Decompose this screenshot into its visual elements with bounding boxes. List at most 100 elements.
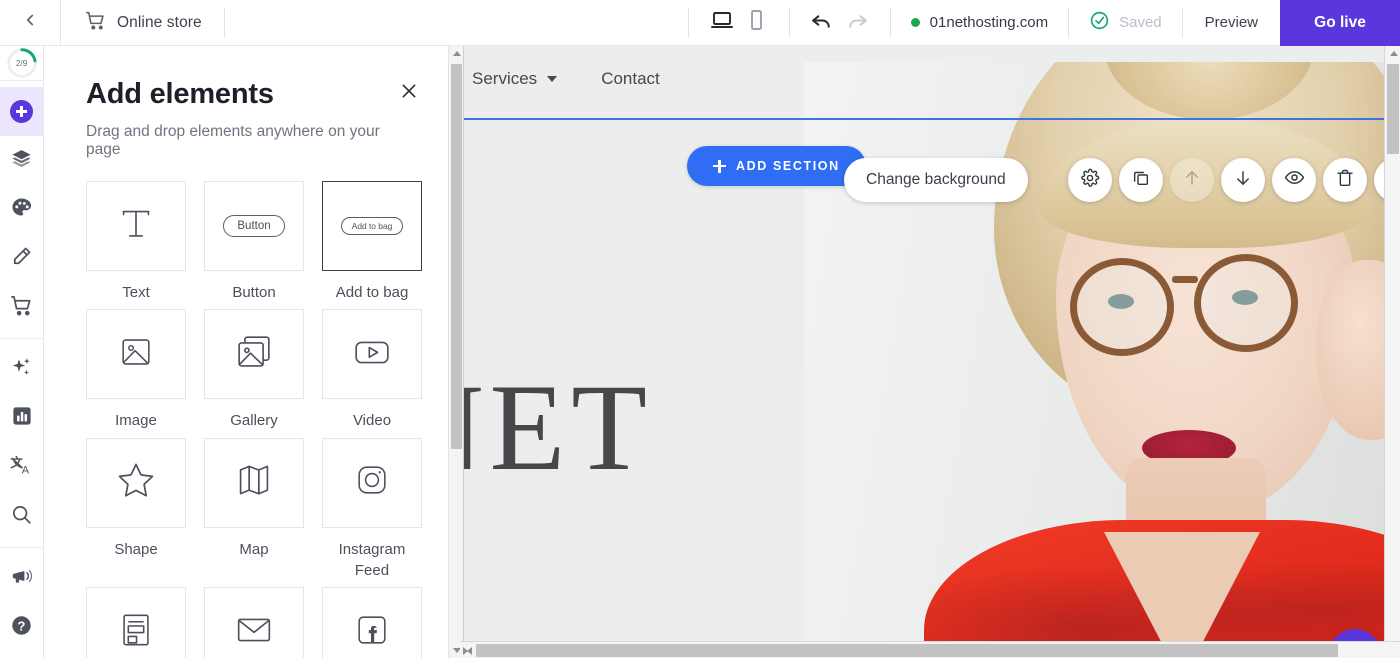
sidebar-item-seo-search[interactable] [0,492,44,541]
desktop-view-button[interactable] [705,0,739,45]
element-card-preview [204,587,304,658]
map-fold-icon [231,457,277,508]
canvas-horizontal-scrollbar-thumb[interactable] [476,644,1338,657]
panel-title: Add elements [86,78,418,111]
sidebar-item-theme[interactable] [0,185,44,234]
canvas-horizontal-scrollbar[interactable] [460,641,1400,658]
device-preview-group [689,0,789,45]
element-card-label: Add to bag [322,282,422,303]
element-card-preview [322,438,422,528]
button-pill-icon: Button [223,215,284,237]
sidebar-item-translate[interactable]: 文A [0,443,44,492]
save-status: Saved [1069,10,1182,35]
megaphone-icon [10,565,33,593]
add-section-button[interactable]: ADD SECTION [687,146,866,186]
arrow-up-icon [1182,168,1202,193]
element-card-add-to-bag[interactable]: Add to bag Add to bag [322,181,422,303]
shopping-cart-icon [85,10,106,36]
mobile-view-button[interactable] [739,0,773,45]
element-card-label: Gallery [204,410,304,431]
shopping-cart-icon [10,294,33,322]
element-card-gallery[interactable]: Gallery [204,309,304,431]
element-card-contact-form[interactable] [204,587,304,658]
envelope-mail-icon [231,607,277,658]
article-layout-icon [114,608,158,657]
sidebar-item-design[interactable] [0,234,44,283]
element-card-facebook[interactable] [322,587,422,658]
panel-header: Add elements Drag and drop elements anyw… [44,46,448,159]
sidebar-item-effects[interactable] [0,345,44,394]
element-card-preview: Button [204,181,304,271]
canvas-vertical-scrollbar[interactable] [1384,46,1400,658]
delete-section-button[interactable] [1323,158,1367,202]
undo-arrow-icon [810,8,835,38]
close-x-icon [399,81,419,106]
trash-icon [1335,168,1355,193]
top-toolbar: Online store [0,0,1400,46]
element-card-image[interactable]: Image [86,309,186,431]
sidebar-item-announcements[interactable] [0,554,44,603]
element-card-instagram-feed[interactable]: Instagram Feed [322,438,422,582]
site-url-indicator[interactable]: 01nethosting.com [891,14,1068,31]
triangle-up-icon [1390,51,1398,56]
question-circle-icon: ? [10,614,33,642]
site-live-dot-icon [911,18,920,27]
close-panel-button[interactable] [396,80,422,106]
element-card-label: Text [86,282,186,303]
gear-icon [1080,168,1100,193]
arrow-down-icon [1233,168,1253,193]
sidebar-item-add-elements[interactable] [0,87,44,136]
element-card-label: Shape [86,539,186,560]
undo-button[interactable] [806,0,840,45]
section-settings-button[interactable] [1068,158,1112,202]
move-section-down-button[interactable] [1221,158,1265,202]
element-card-preview [322,309,422,399]
element-card-preview [204,438,304,528]
sidebar-item-analytics[interactable] [0,394,44,443]
canvas-scroll-up-button[interactable] [1386,46,1400,61]
section-toolbar [1068,158,1400,202]
triangle-right-icon [463,647,472,655]
preview-button[interactable]: Preview [1183,0,1280,45]
add-elements-panel: Add elements Drag and drop elements anyw… [44,46,448,658]
canvas-scroll-right-button[interactable] [460,643,475,658]
redo-button[interactable] [840,0,874,45]
pencil-edit-icon [10,245,33,273]
element-card-video[interactable]: Video [322,309,422,431]
mobile-phone-icon [744,8,768,37]
chevron-down-icon [547,76,557,82]
sidebar-item-store[interactable] [0,283,44,332]
element-card-button[interactable]: Button Button [204,181,304,303]
panel-scroll-up-button[interactable] [449,46,464,61]
sidebar-item-layers[interactable] [0,136,44,185]
sidebar-item-help[interactable]: ? [0,603,44,652]
progress-ring-label: 2/9 [6,47,38,79]
setup-progress[interactable]: 2/9 [0,46,44,81]
panel-scrollbar[interactable] [448,46,464,658]
rail-group-tools: 文A [0,339,44,548]
go-live-button[interactable]: Go live [1280,0,1400,46]
element-card-preview [86,587,186,658]
element-card-map[interactable]: Map [204,438,304,582]
move-section-up-button[interactable] [1170,158,1214,202]
canvas-vertical-scrollbar-thumb[interactable] [1387,64,1399,154]
element-card-article[interactable] [86,587,186,658]
rail-group-primary [0,81,44,339]
back-button[interactable] [0,0,61,45]
text-t-icon [113,201,159,252]
panel-subtitle: Drag and drop elements anywhere on your … [86,123,418,159]
site-nav-item-services[interactable]: Services [472,69,557,89]
online-store-entry[interactable]: Online store [61,0,224,45]
left-sidebar-rail: 2/9 [0,46,44,658]
element-card-preview: Add to bag [322,181,422,271]
element-card-text[interactable]: Text [86,181,186,303]
element-card-preview [86,309,186,399]
toggle-section-visibility-button[interactable] [1272,158,1316,202]
element-card-label: Instagram Feed [322,539,422,582]
chevron-left-icon [21,11,39,34]
duplicate-section-button[interactable] [1119,158,1163,202]
panel-scrollbar-thumb[interactable] [451,64,462,449]
change-background-button[interactable]: Change background [844,158,1028,202]
site-nav-item-contact[interactable]: Contact [601,69,660,89]
element-card-shape[interactable]: Shape [86,438,186,582]
